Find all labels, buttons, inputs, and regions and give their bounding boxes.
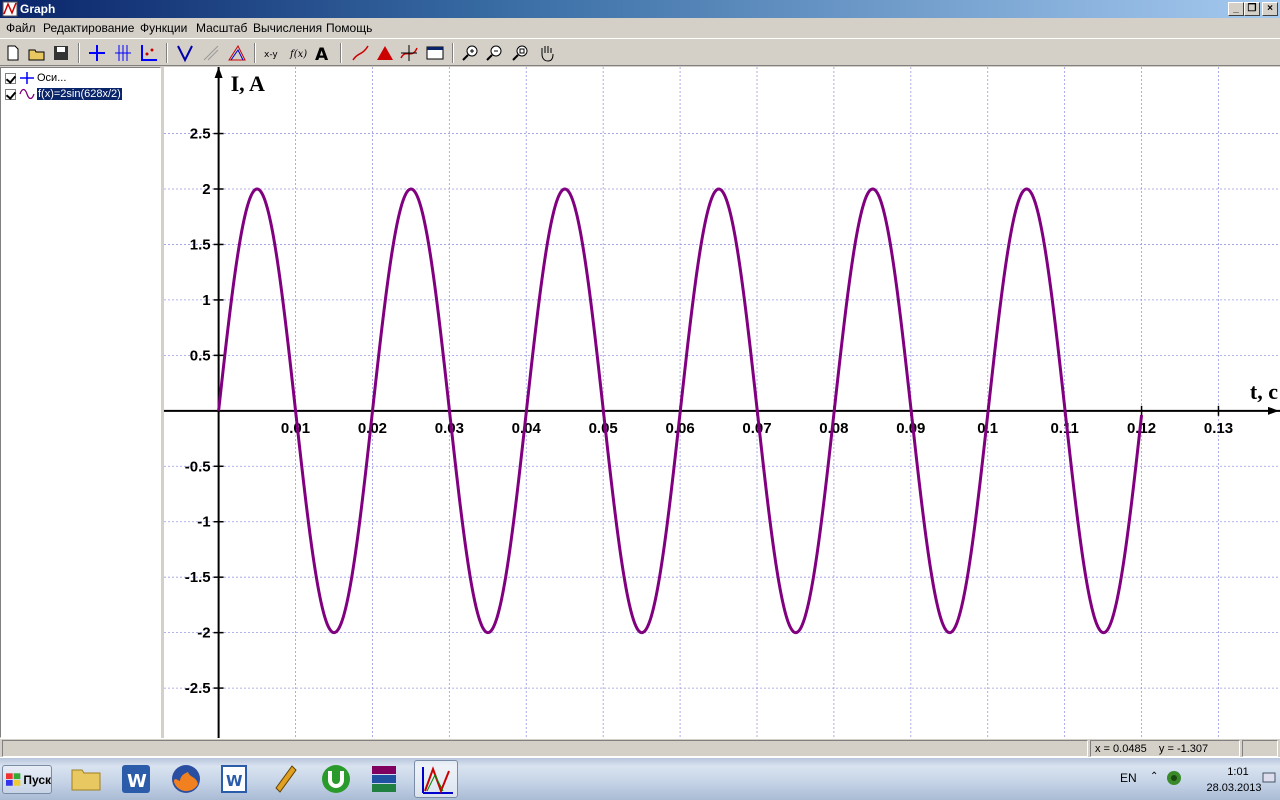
close-button[interactable]: × <box>1262 2 1278 16</box>
new-file-icon[interactable] <box>2 42 24 64</box>
menu-bar: Файл Редактирование Функции Масштаб Вычи… <box>0 18 1280 38</box>
language-indicator[interactable]: EN <box>1120 771 1137 785</box>
x-axis-arrow <box>1268 406 1279 415</box>
normal-icon[interactable] <box>200 42 222 64</box>
menu-calculate[interactable]: Вычисления <box>253 21 322 35</box>
svg-text:A: A <box>315 45 329 64</box>
zoom-in-icon[interactable] <box>460 42 482 64</box>
tree-item-label: f(x)=2sin(628x/2) <box>37 88 122 100</box>
x-tick-label: 0.09 <box>896 420 925 437</box>
graph-svg: 0.01 0.02 0.03 0.04 0.05 0.06 0.07 0.08 0.09 0.1 0… <box>164 67 1280 738</box>
antivirus-tray-icon[interactable] <box>1166 770 1182 786</box>
tree-item-label: Оси... <box>37 72 67 84</box>
y-tick-label: -1.5 <box>185 569 211 586</box>
tree-item-function[interactable]: f(x)=2sin(628x/2) <box>5 87 122 101</box>
menu-zoom[interactable]: Масштаб <box>196 21 247 35</box>
restore-button[interactable]: ❐ <box>1244 2 1260 16</box>
minimize-button[interactable]: _ <box>1228 2 1244 16</box>
svg-text:W: W <box>226 772 243 790</box>
start-button[interactable]: Пуск <box>2 765 52 794</box>
y-tick-label: -2.5 <box>185 680 211 697</box>
menu-edit[interactable]: Редактирование <box>43 21 134 35</box>
function-list-panel: Оси... f(x)=2sin(628x/2) <box>0 67 161 738</box>
menu-help[interactable]: Помощь <box>326 21 372 35</box>
menu-functions[interactable]: Функции <box>140 21 187 35</box>
folder-icon[interactable] <box>64 760 108 798</box>
axes-icon <box>20 72 34 84</box>
evaluate-icon[interactable]: x-y <box>262 42 284 64</box>
zoom-square-icon[interactable] <box>510 42 532 64</box>
axes-icon[interactable] <box>86 42 108 64</box>
status-panel-empty <box>2 740 1088 757</box>
start-label: Пуск <box>23 772 51 787</box>
status-bar: x = 0.0485 y = -1.307 <box>0 738 1280 757</box>
table-icon[interactable] <box>424 42 446 64</box>
y-axis-label: I, A <box>231 71 265 96</box>
clock-time[interactable]: 1:01 <box>1208 766 1268 778</box>
y-tick-label: -0.5 <box>185 458 211 475</box>
svg-text:f(x): f(x) <box>289 49 307 60</box>
show-desktop-icon[interactable] <box>1262 772 1276 784</box>
x-tick-label: 0.07 <box>742 420 771 437</box>
utorrent-icon[interactable] <box>314 760 358 798</box>
status-coords: x = 0.0485 y = -1.307 <box>1090 740 1240 757</box>
axes-checkbox[interactable] <box>5 72 16 84</box>
y-tick-label: 2.5 <box>190 126 211 143</box>
word-doc-icon[interactable]: W <box>212 760 256 798</box>
sine-wave-icon <box>19 88 35 100</box>
windows-logo-icon <box>6 772 21 786</box>
firefox-icon[interactable] <box>164 760 208 798</box>
y-tick-label: 0.5 <box>190 347 211 364</box>
y-tick-label: -2 <box>197 625 210 642</box>
taskbar: Пуск W W EN ⌃ 1:01 28.03.2013 <box>0 757 1280 800</box>
grid-icon[interactable] <box>112 42 134 64</box>
word-icon[interactable]: W <box>114 760 158 798</box>
status-panel-extra <box>1242 740 1278 757</box>
graph-app-icon <box>2 1 18 17</box>
x-axis-label: t, c <box>1250 379 1278 404</box>
x-tick-label: 0.11 <box>1050 420 1078 437</box>
graph-app-icon[interactable] <box>414 760 458 798</box>
y-tick-label: 1.5 <box>190 236 211 253</box>
graph-area[interactable]: 0.01 0.02 0.03 0.04 0.05 0.06 0.07 0.08 0.09 0.1 0… <box>164 67 1280 738</box>
y-tick-label: 2 <box>202 181 210 198</box>
y-tick-label: 1 <box>202 292 210 309</box>
insert-points-icon[interactable] <box>138 42 160 64</box>
app-window: Graph _ ❐ × Файл Редактирование Функции … <box>0 0 1280 800</box>
title-bar: Graph _ ❐ × <box>0 0 1280 18</box>
trace-icon[interactable] <box>398 42 420 64</box>
zoom-out-icon[interactable] <box>484 42 506 64</box>
clock-date[interactable]: 28.03.2013 <box>1198 782 1270 794</box>
show-hidden-icons-icon[interactable]: ⌃ <box>1150 771 1158 782</box>
y-tick-label: -1 <box>197 514 210 531</box>
svg-text:x-y: x-y <box>264 50 278 60</box>
insert-graph-icon[interactable] <box>350 42 372 64</box>
x-tick-label: 0.13 <box>1204 420 1233 437</box>
winrar-icon[interactable] <box>362 760 406 798</box>
tangent-icon[interactable] <box>174 42 196 64</box>
function-value-icon[interactable]: f(x) <box>288 42 310 64</box>
function-checkbox[interactable] <box>5 88 16 100</box>
hand-move-icon[interactable] <box>536 42 558 64</box>
shading-icon[interactable] <box>226 42 248 64</box>
winamp-icon[interactable] <box>264 760 308 798</box>
open-file-icon[interactable] <box>26 42 48 64</box>
menu-file[interactable]: Файл <box>6 21 36 35</box>
toolbar: x-y f(x) A <box>0 38 1280 66</box>
tree-item-axes[interactable]: Оси... <box>5 71 66 85</box>
svg-text:W: W <box>127 771 147 792</box>
window-title: Graph <box>20 2 56 16</box>
save-icon[interactable] <box>50 42 72 64</box>
area-icon[interactable] <box>374 42 396 64</box>
text-label-icon[interactable]: A <box>312 42 334 65</box>
y-axis-arrow <box>214 67 223 78</box>
system-tray: EN ⌃ 1:01 28.03.2013 <box>1110 758 1280 800</box>
